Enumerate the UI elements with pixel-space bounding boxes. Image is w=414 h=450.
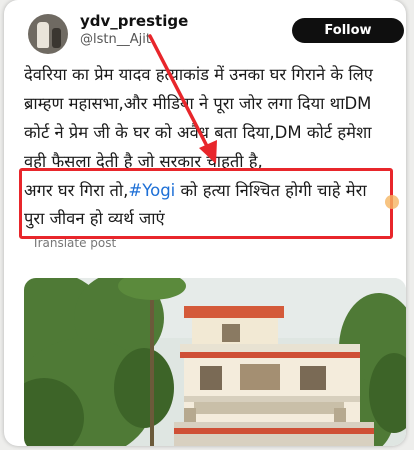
arrow-shaft [148, 34, 212, 154]
red-arrow-annotation [148, 34, 217, 164]
house-photo-illustration [24, 278, 406, 446]
tweet-card: ydv_prestige @lstn__Ajit Follow देवरिया … [4, 0, 406, 446]
floating-dot [385, 195, 399, 209]
arrow-head [199, 140, 217, 164]
media-photo[interactable] [24, 278, 406, 446]
